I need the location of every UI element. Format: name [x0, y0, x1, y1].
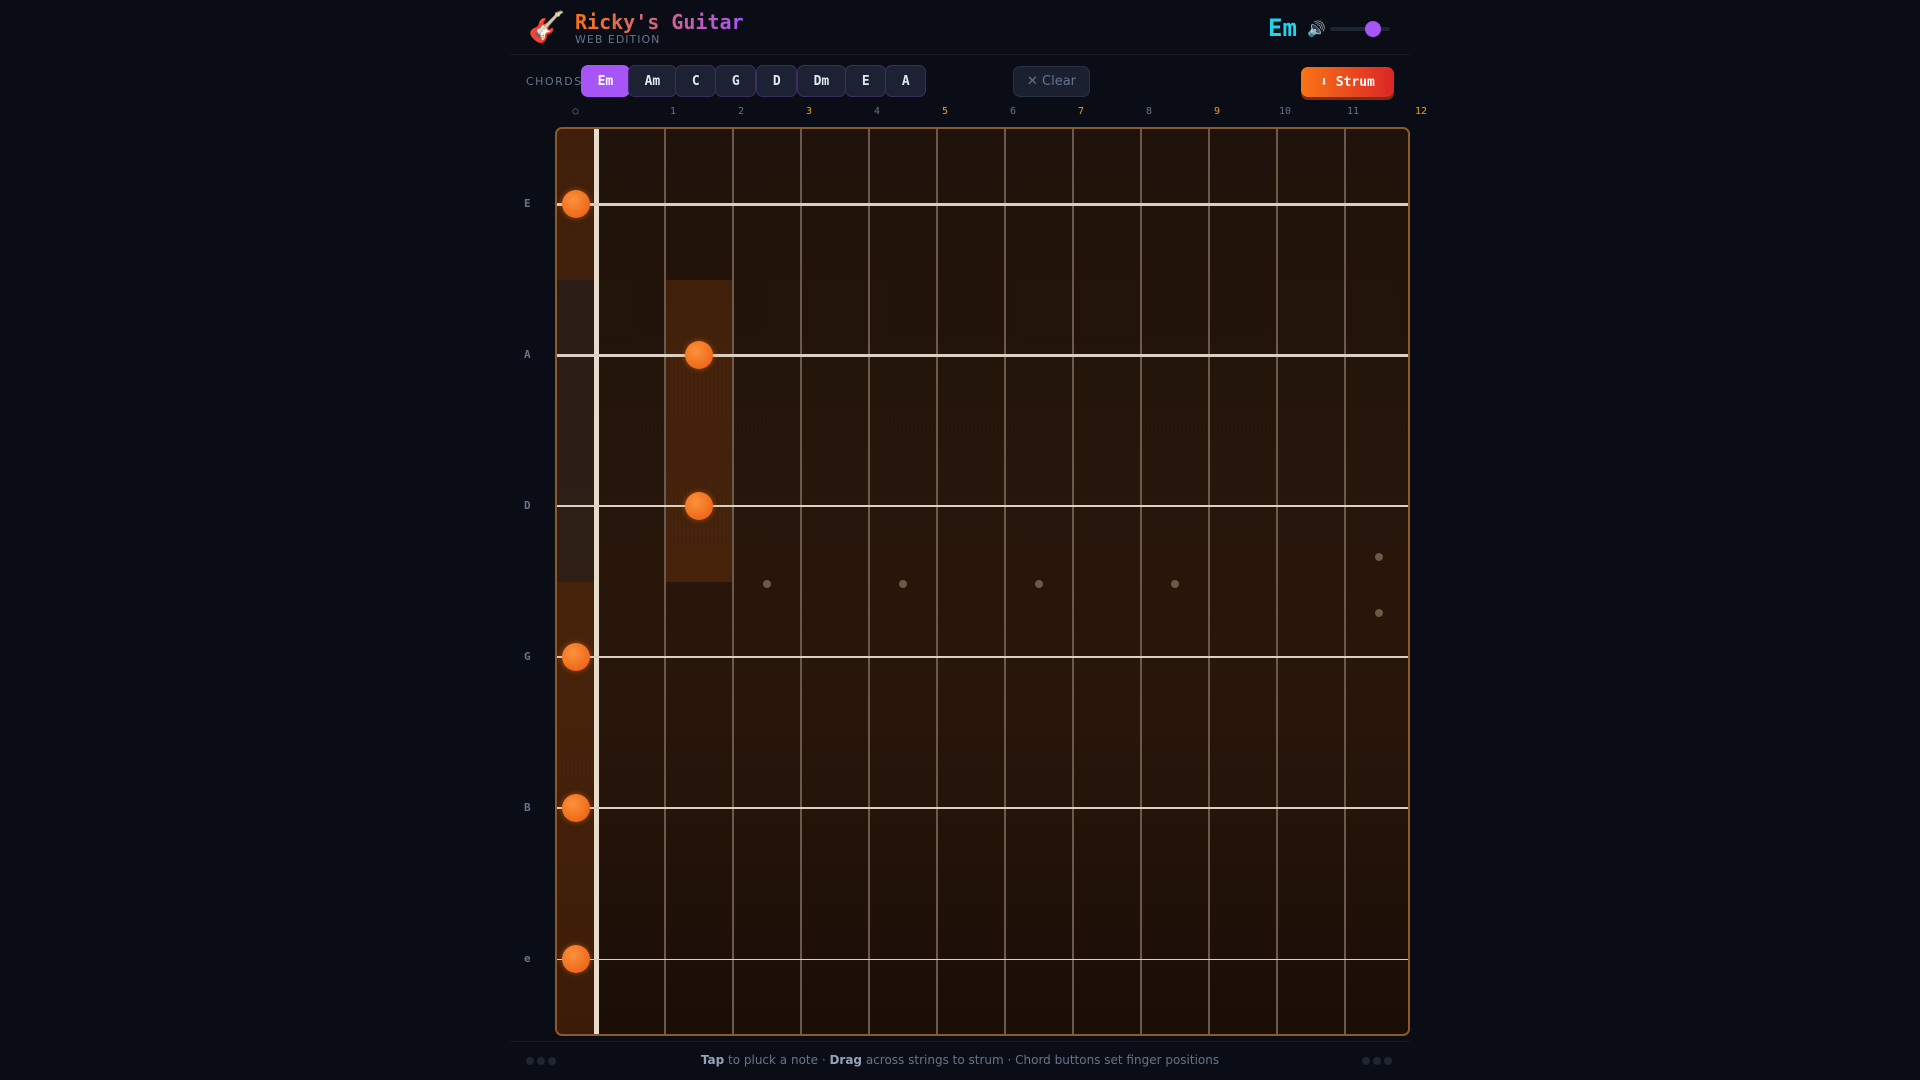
inlay-dot [899, 580, 907, 588]
fret-number: 11 [1346, 106, 1360, 117]
fret-number: 12 [1414, 106, 1428, 117]
fret-number: 2 [737, 106, 745, 117]
finger-marker[interactable] [562, 794, 590, 822]
volume-slider-thumb[interactable] [1365, 21, 1381, 37]
guitar-icon: 🎸 [528, 10, 566, 45]
finger-marker[interactable] [685, 341, 713, 369]
current-chord: Em [1268, 14, 1297, 42]
fret-wire [1208, 129, 1210, 1034]
nut [594, 129, 599, 1034]
fret-wire [664, 129, 666, 1034]
string-label: D [524, 499, 531, 512]
chord-button-am[interactable]: Am [628, 65, 677, 97]
fret-number: 4 [873, 106, 881, 117]
open-string-label: ○ [572, 106, 579, 117]
inlay-dot [1375, 609, 1383, 617]
string-label: e [524, 952, 531, 965]
chord-button-a[interactable]: A [885, 65, 927, 97]
help-text: Tap to pluck a note · Drag across string… [510, 1053, 1410, 1067]
finger-marker[interactable] [562, 190, 590, 218]
chord-button-d[interactable]: D [756, 65, 798, 97]
string-label: E [524, 197, 531, 210]
chord-button-e[interactable]: E [845, 65, 887, 97]
fret-wire [1004, 129, 1006, 1034]
string-e[interactable] [557, 958, 1408, 960]
fret-wire [1344, 129, 1346, 1034]
inlay-dot [763, 580, 771, 588]
fret-wire [868, 129, 870, 1034]
footer-dots-right [1362, 1057, 1392, 1065]
finger-marker[interactable] [562, 945, 590, 973]
app-subtitle: WEB EDITION [575, 33, 661, 46]
fret-number: 5 [941, 106, 949, 117]
fret-number: 7 [1077, 106, 1085, 117]
fret-number: 9 [1213, 106, 1221, 117]
string-G[interactable] [557, 656, 1408, 658]
string-label: B [524, 801, 531, 814]
fret-number: 1 [669, 106, 677, 117]
fret-wire [800, 129, 802, 1034]
chords-label: CHORDS [526, 75, 583, 88]
finger-marker[interactable] [685, 492, 713, 520]
fret-wire [1276, 129, 1278, 1034]
inlay-dot [1035, 580, 1043, 588]
string-label: G [524, 650, 531, 663]
fretboard[interactable] [555, 127, 1410, 1036]
help-drag-text: across strings to strum · Chord buttons … [862, 1053, 1220, 1067]
finger-marker[interactable] [562, 643, 590, 671]
speaker-icon[interactable]: 🔊 [1307, 20, 1326, 38]
fret-wire [732, 129, 734, 1034]
fret-number: 8 [1145, 106, 1153, 117]
help-drag: Drag [829, 1053, 863, 1067]
string-B[interactable] [557, 807, 1408, 809]
volume-slider[interactable] [1330, 27, 1390, 31]
chord-button-dm[interactable]: Dm [797, 65, 846, 97]
header: 🎸 Ricky's Guitar WEB EDITION Em 🔊 [510, 0, 1410, 55]
fret-number: 6 [1009, 106, 1017, 117]
fret-number: 10 [1278, 106, 1292, 117]
footer: Tap to pluck a note · Drag across string… [510, 1041, 1410, 1080]
strum-button[interactable]: ⬇ Strum [1301, 67, 1394, 97]
app-title: Ricky's Guitar [575, 10, 744, 34]
fret-wire [936, 129, 938, 1034]
inlay-dot [1375, 553, 1383, 561]
inlay-dot [1171, 580, 1179, 588]
help-tap-text: to pluck a note · [724, 1053, 830, 1067]
help-tap: Tap [700, 1053, 725, 1067]
string-label: A [524, 348, 531, 361]
fret-wire [1140, 129, 1142, 1034]
chord-button-em[interactable]: Em [581, 65, 630, 97]
fret-wire [1072, 129, 1074, 1034]
chord-button-c[interactable]: C [675, 65, 717, 97]
string-E[interactable] [557, 202, 1408, 206]
fret-number: 3 [805, 106, 813, 117]
clear-button[interactable]: ✕ Clear [1013, 66, 1090, 97]
chord-button-g[interactable]: G [715, 65, 757, 97]
app: 🎸 Ricky's Guitar WEB EDITION Em 🔊 CHORDS… [510, 0, 1427, 1080]
